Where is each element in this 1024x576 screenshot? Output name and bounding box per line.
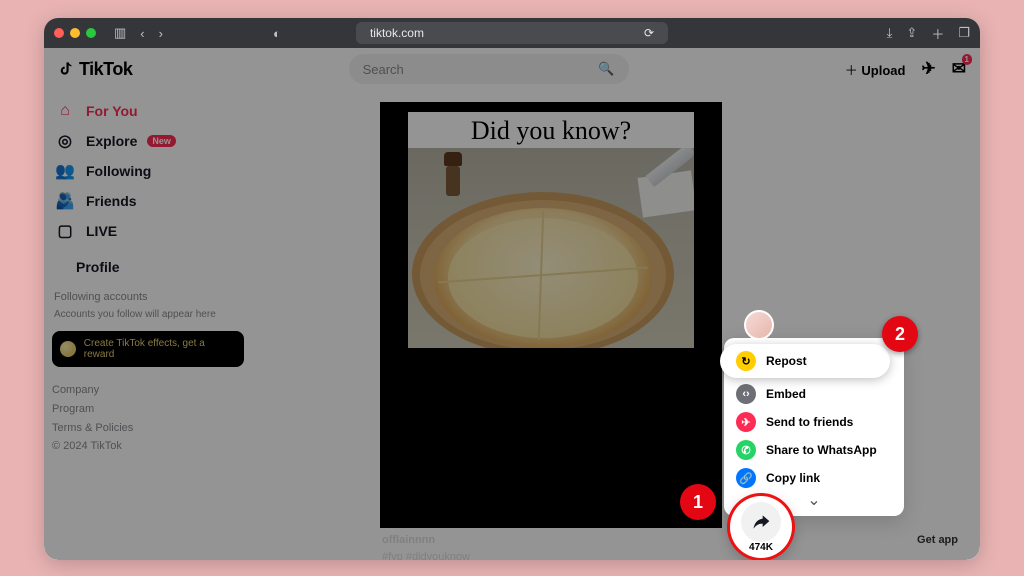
share-label: Repost [766,354,807,368]
sidebar-footer: Company Program Terms & Policies © 2024 … [52,381,244,456]
browser-window: ▥ ‹ › ◐ tiktok.com ⟳ ⤓ ⇪ ＋ ❐ TikTok Sear… [44,18,980,560]
effects-cta[interactable]: Create TikTok effects, get a reward [52,331,244,367]
footer-program[interactable]: Program [52,400,244,419]
friends-icon: 🫂 [54,191,76,211]
compass-icon: ◎ [54,131,76,151]
video-content: Did you know? [408,112,694,348]
share-option-whatsapp[interactable]: ✆ Share to WhatsApp [724,436,904,464]
sidebar-item-explore[interactable]: ◎ Explore New [52,126,244,156]
address-bar[interactable]: tiktok.com ⟳ [356,22,668,44]
close-window-icon[interactable] [54,28,64,38]
repost-icon: ↻ [736,351,756,371]
tiktok-app: TikTok Search 🔍 ＋ Upload ✈ ✉1 ⌂ For You … [44,48,980,560]
logo-text: TikTok [79,59,132,80]
tiktok-logo[interactable]: TikTok [58,59,132,80]
video-overlay-text: Did you know? [408,112,694,148]
new-tab-icon[interactable]: ＋ [931,24,944,43]
video-player[interactable]: Did you know? [380,102,722,528]
home-icon: ⌂ [54,102,76,120]
reload-icon[interactable]: ⟳ [644,26,654,40]
share-option-embed[interactable]: ‹› Embed [724,380,904,408]
author-avatar[interactable] [744,310,774,340]
sidebar-item-label: Explore [86,133,137,149]
downloads-icon[interactable]: ⤓ [887,25,893,41]
users-icon: 👥 [54,161,76,181]
share-label: Send to friends [766,415,853,429]
tiktok-note-icon [58,61,75,78]
footer-copyright: © 2024 TikTok [52,437,244,456]
share-label: Copy link [766,471,820,485]
video-image [408,148,694,348]
inbox-icon[interactable]: ✉1 [952,59,966,79]
sidebar-item-label: Profile [76,259,120,275]
nav-forward-icon[interactable]: › [159,26,163,41]
new-badge: New [147,135,176,147]
address-url: tiktok.com [370,26,424,40]
effects-cta-text: Create TikTok effects, get a reward [84,338,236,360]
sidebar-item-for-you[interactable]: ⌂ For You [52,96,244,126]
nav-back-icon[interactable]: ‹ [140,26,144,41]
video-meta: offlainnnn #fyp #didyouknow ♫ Originalto… [380,528,722,560]
video-feed: Did you know? offlainnnn #fyp #didyoukno… [380,102,722,560]
video-caption[interactable]: #fyp #didyouknow [382,549,720,561]
share-option-copy-link[interactable]: 🔗 Copy link [724,464,904,492]
coin-icon [60,341,76,357]
share-browser-icon[interactable]: ⇪ [906,25,917,41]
sidebar-item-label: Following [86,163,151,179]
traffic-lights[interactable] [54,28,96,38]
upload-button[interactable]: ＋ Upload [845,60,906,79]
search-placeholder: Search [363,62,404,77]
following-note: Accounts you follow will appear here [54,308,244,321]
browser-chrome: ▥ ‹ › ◐ tiktok.com ⟳ ⤓ ⇪ ＋ ❐ [44,18,980,48]
annotation-2: 2 [882,316,918,352]
sidebar-item-friends[interactable]: 🫂 Friends [52,186,244,216]
top-bar: TikTok Search 🔍 ＋ Upload ✈ ✉1 [44,48,980,90]
shield-icon[interactable]: ◐ [273,26,281,41]
share-menu: ↻ Repost ‹› Embed ✈ Send to friends ✆ Sh… [724,338,904,516]
sidebar-toggle-icon[interactable]: ▥ [114,25,126,41]
share-option-send[interactable]: ✈ Send to friends [724,408,904,436]
minimize-window-icon[interactable] [70,28,80,38]
sidebar-item-label: LIVE [86,223,117,239]
sidebar-item-label: For You [86,103,138,119]
whatsapp-icon: ✆ [736,440,756,460]
send-icon: ✈ [736,412,756,432]
share-option-repost[interactable]: ↻ Repost [720,344,890,378]
footer-terms[interactable]: Terms & Policies [52,419,244,438]
get-app-button[interactable]: Get app [909,530,966,550]
sidebar-item-label: Friends [86,193,137,209]
sidebar: ⌂ For You ◎ Explore New 👥 Following 🫂 Fr… [44,90,254,466]
sidebar-item-live[interactable]: ▢ LIVE [52,216,244,246]
sidebar-item-profile[interactable]: Profile [52,252,244,282]
share-arrow-icon [751,512,771,532]
link-icon: 🔗 [736,468,756,488]
share-count: 474K [749,542,773,553]
live-icon: ▢ [54,221,76,241]
inbox-badge: 1 [962,54,972,65]
share-button[interactable]: 474K [730,496,792,558]
following-heading: Following accounts [54,290,244,304]
footer-company[interactable]: Company [52,381,244,400]
tabs-overview-icon[interactable]: ❐ [958,25,970,41]
sidebar-item-following[interactable]: 👥 Following [52,156,244,186]
video-username[interactable]: offlainnnn [382,532,720,549]
search-input[interactable]: Search 🔍 [349,54,629,84]
annotation-1: 1 [680,484,716,520]
embed-icon: ‹› [736,384,756,404]
search-icon[interactable]: 🔍 [598,61,614,77]
zoom-window-icon[interactable] [86,28,96,38]
messages-icon[interactable]: ✈ [921,59,935,79]
chevron-down-icon: ⌄ [807,492,820,509]
share-label: Embed [766,387,806,401]
share-label: Share to WhatsApp [766,443,877,457]
